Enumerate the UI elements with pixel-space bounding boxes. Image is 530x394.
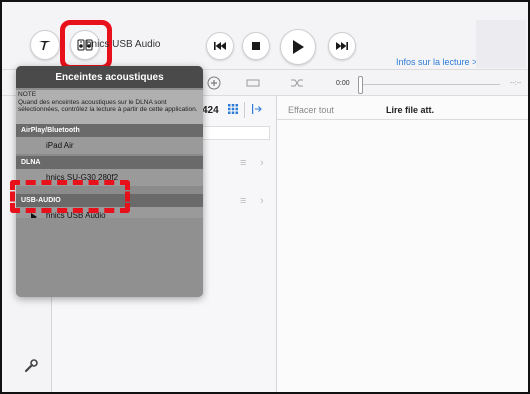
row-menu-icon[interactable]: ≡ (240, 195, 246, 207)
input-selector-button[interactable] (30, 30, 60, 60)
speaker-item-ipad-air[interactable]: iPad Air (16, 137, 203, 155)
queue-title: Lire file att. (386, 105, 435, 115)
previous-track-button[interactable] (206, 32, 234, 60)
section-airplay-bluetooth: AirPlay/Bluetooth (16, 124, 203, 137)
wrench-icon[interactable] (24, 359, 38, 373)
stop-button[interactable] (242, 32, 270, 60)
popover-title: Enceintes acoustiques (16, 66, 203, 88)
remaining-time: --:-- (510, 80, 522, 87)
shuffle-icon[interactable] (290, 78, 304, 88)
library-search-input[interactable] (202, 126, 270, 140)
app-window: hnics USB Audio Infos sur la lecture > 0… (0, 0, 530, 394)
stop-icon (252, 42, 260, 50)
library-header-text: 424 (202, 105, 219, 116)
popover-note: NOTE Quand des enceintes acoustiques sur… (16, 90, 203, 124)
album-artwork (476, 20, 526, 68)
queue-divider (277, 119, 528, 120)
play-icon (292, 40, 304, 54)
queue-pane (277, 96, 528, 392)
next-track-button[interactable] (328, 32, 356, 60)
usb-audio-highlight (10, 180, 130, 213)
previous-icon (214, 42, 226, 50)
section-dlna: DLNA (16, 156, 203, 169)
add-icon[interactable] (207, 76, 221, 90)
current-device-name: hnics USB Audio (86, 39, 161, 50)
seek-track[interactable] (360, 84, 500, 85)
note-text: Quand des enceintes acoustiques sur le D… (18, 98, 198, 114)
grid-view-icon[interactable] (228, 104, 238, 114)
playback-info-link[interactable]: Infos sur la lecture > (396, 57, 477, 67)
seek-thumb[interactable] (358, 76, 363, 94)
popover-empty-area (16, 218, 203, 297)
chevron-right-icon[interactable]: › (260, 157, 264, 169)
chevron-right-icon[interactable]: › (260, 195, 264, 207)
next-icon (336, 42, 348, 50)
row-menu-icon[interactable]: ≡ (240, 157, 246, 169)
add-to-queue-icon[interactable] (252, 104, 262, 114)
repeat-icon[interactable] (246, 78, 260, 88)
input-selector-icon (38, 39, 52, 51)
play-button[interactable] (280, 29, 316, 65)
note-label: NOTE (18, 91, 37, 98)
clear-all-button[interactable]: Effacer tout (288, 105, 334, 115)
header-separator (244, 102, 245, 118)
elapsed-time: 0:00 (336, 80, 350, 87)
